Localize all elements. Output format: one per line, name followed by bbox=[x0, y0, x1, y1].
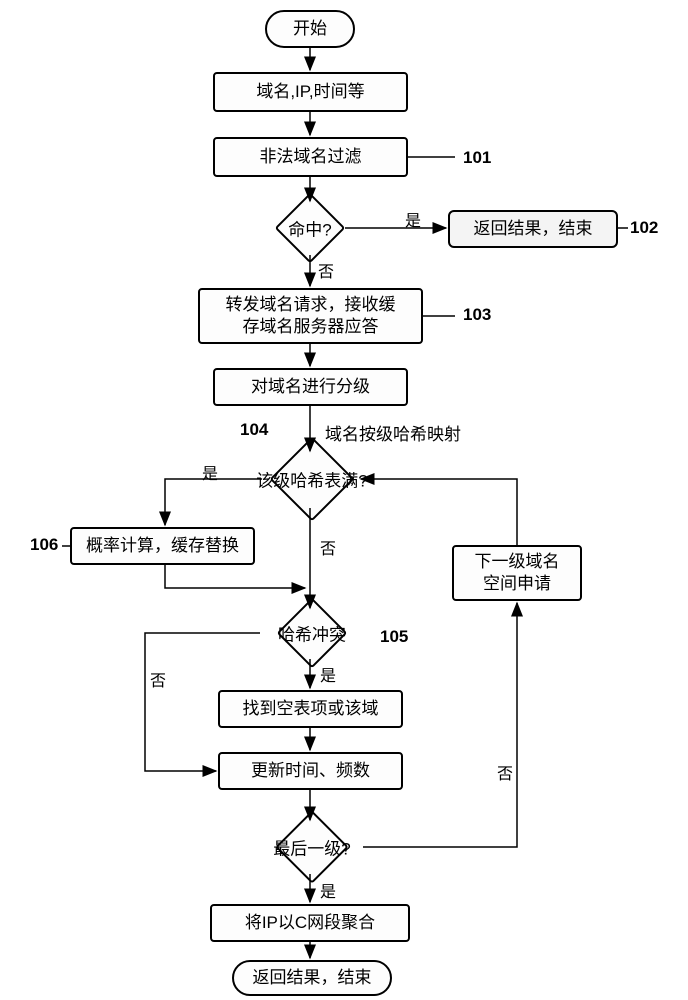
hit-text: 命中? bbox=[288, 216, 331, 241]
hit-yes: 是 bbox=[405, 207, 421, 231]
return1-proc: 返回结果，结束 bbox=[448, 210, 618, 248]
label-104: 104 bbox=[240, 420, 268, 440]
conflict-text: 哈希冲突 bbox=[278, 621, 346, 646]
label-hashmap: 域名按级哈希映射 bbox=[325, 420, 461, 445]
start-text: 开始 bbox=[293, 18, 327, 40]
label-101: 101 bbox=[463, 148, 491, 168]
last-text: 最后一级? bbox=[273, 835, 350, 860]
last-no: 否 bbox=[497, 760, 513, 784]
level-proc: 对域名进行分级 bbox=[213, 368, 408, 406]
label-102: 102 bbox=[630, 218, 658, 238]
level-text: 对域名进行分级 bbox=[251, 376, 370, 398]
findempty-proc: 找到空表项或该域 bbox=[218, 690, 403, 728]
update-proc: 更新时间、频数 bbox=[218, 752, 403, 790]
hashfull-no: 否 bbox=[320, 535, 336, 559]
hashfull-text: 该级哈希表满? bbox=[256, 467, 367, 492]
hit-decision: 命中? bbox=[275, 202, 345, 254]
input-text: 域名,IP,时间等 bbox=[256, 81, 364, 103]
end-text: 返回结果，结束 bbox=[253, 967, 372, 989]
filter-proc: 非法域名过滤 bbox=[213, 137, 408, 177]
conflict-yes: 是 bbox=[320, 662, 336, 686]
nextspace-text: 下一级域名 空间申请 bbox=[475, 551, 560, 595]
return1-text: 返回结果，结束 bbox=[474, 218, 593, 240]
filter-text: 非法域名过滤 bbox=[260, 146, 362, 168]
hashfull-decision: 该级哈希表满? bbox=[242, 450, 382, 508]
update-text: 更新时间、频数 bbox=[251, 760, 370, 782]
hit-no: 否 bbox=[318, 258, 334, 282]
prob-proc: 概率计算，缓存替换 bbox=[70, 527, 255, 565]
conflict-no: 否 bbox=[150, 667, 166, 691]
input-proc: 域名,IP,时间等 bbox=[213, 72, 408, 112]
start-terminal: 开始 bbox=[265, 10, 355, 48]
ipagg-proc: 将IP以C网段聚合 bbox=[210, 904, 410, 942]
last-decision: 最后一级? bbox=[252, 820, 372, 874]
nextspace-proc: 下一级域名 空间申请 bbox=[452, 545, 582, 601]
label-105: 105 bbox=[380, 627, 408, 647]
label-103: 103 bbox=[463, 305, 491, 325]
last-yes: 是 bbox=[320, 878, 336, 902]
end-terminal: 返回结果，结束 bbox=[232, 960, 392, 996]
conflict-decision: 哈希冲突 bbox=[252, 607, 372, 659]
hashfull-yes: 是 bbox=[202, 460, 218, 484]
forward-proc: 转发域名请求，接收缓 存域名服务器应答 bbox=[198, 288, 423, 344]
findempty-text: 找到空表项或该域 bbox=[243, 698, 379, 720]
ipagg-text: 将IP以C网段聚合 bbox=[245, 912, 375, 934]
label-106: 106 bbox=[30, 535, 58, 555]
prob-text: 概率计算，缓存替换 bbox=[86, 535, 239, 557]
forward-text: 转发域名请求，接收缓 存域名服务器应答 bbox=[226, 294, 396, 338]
